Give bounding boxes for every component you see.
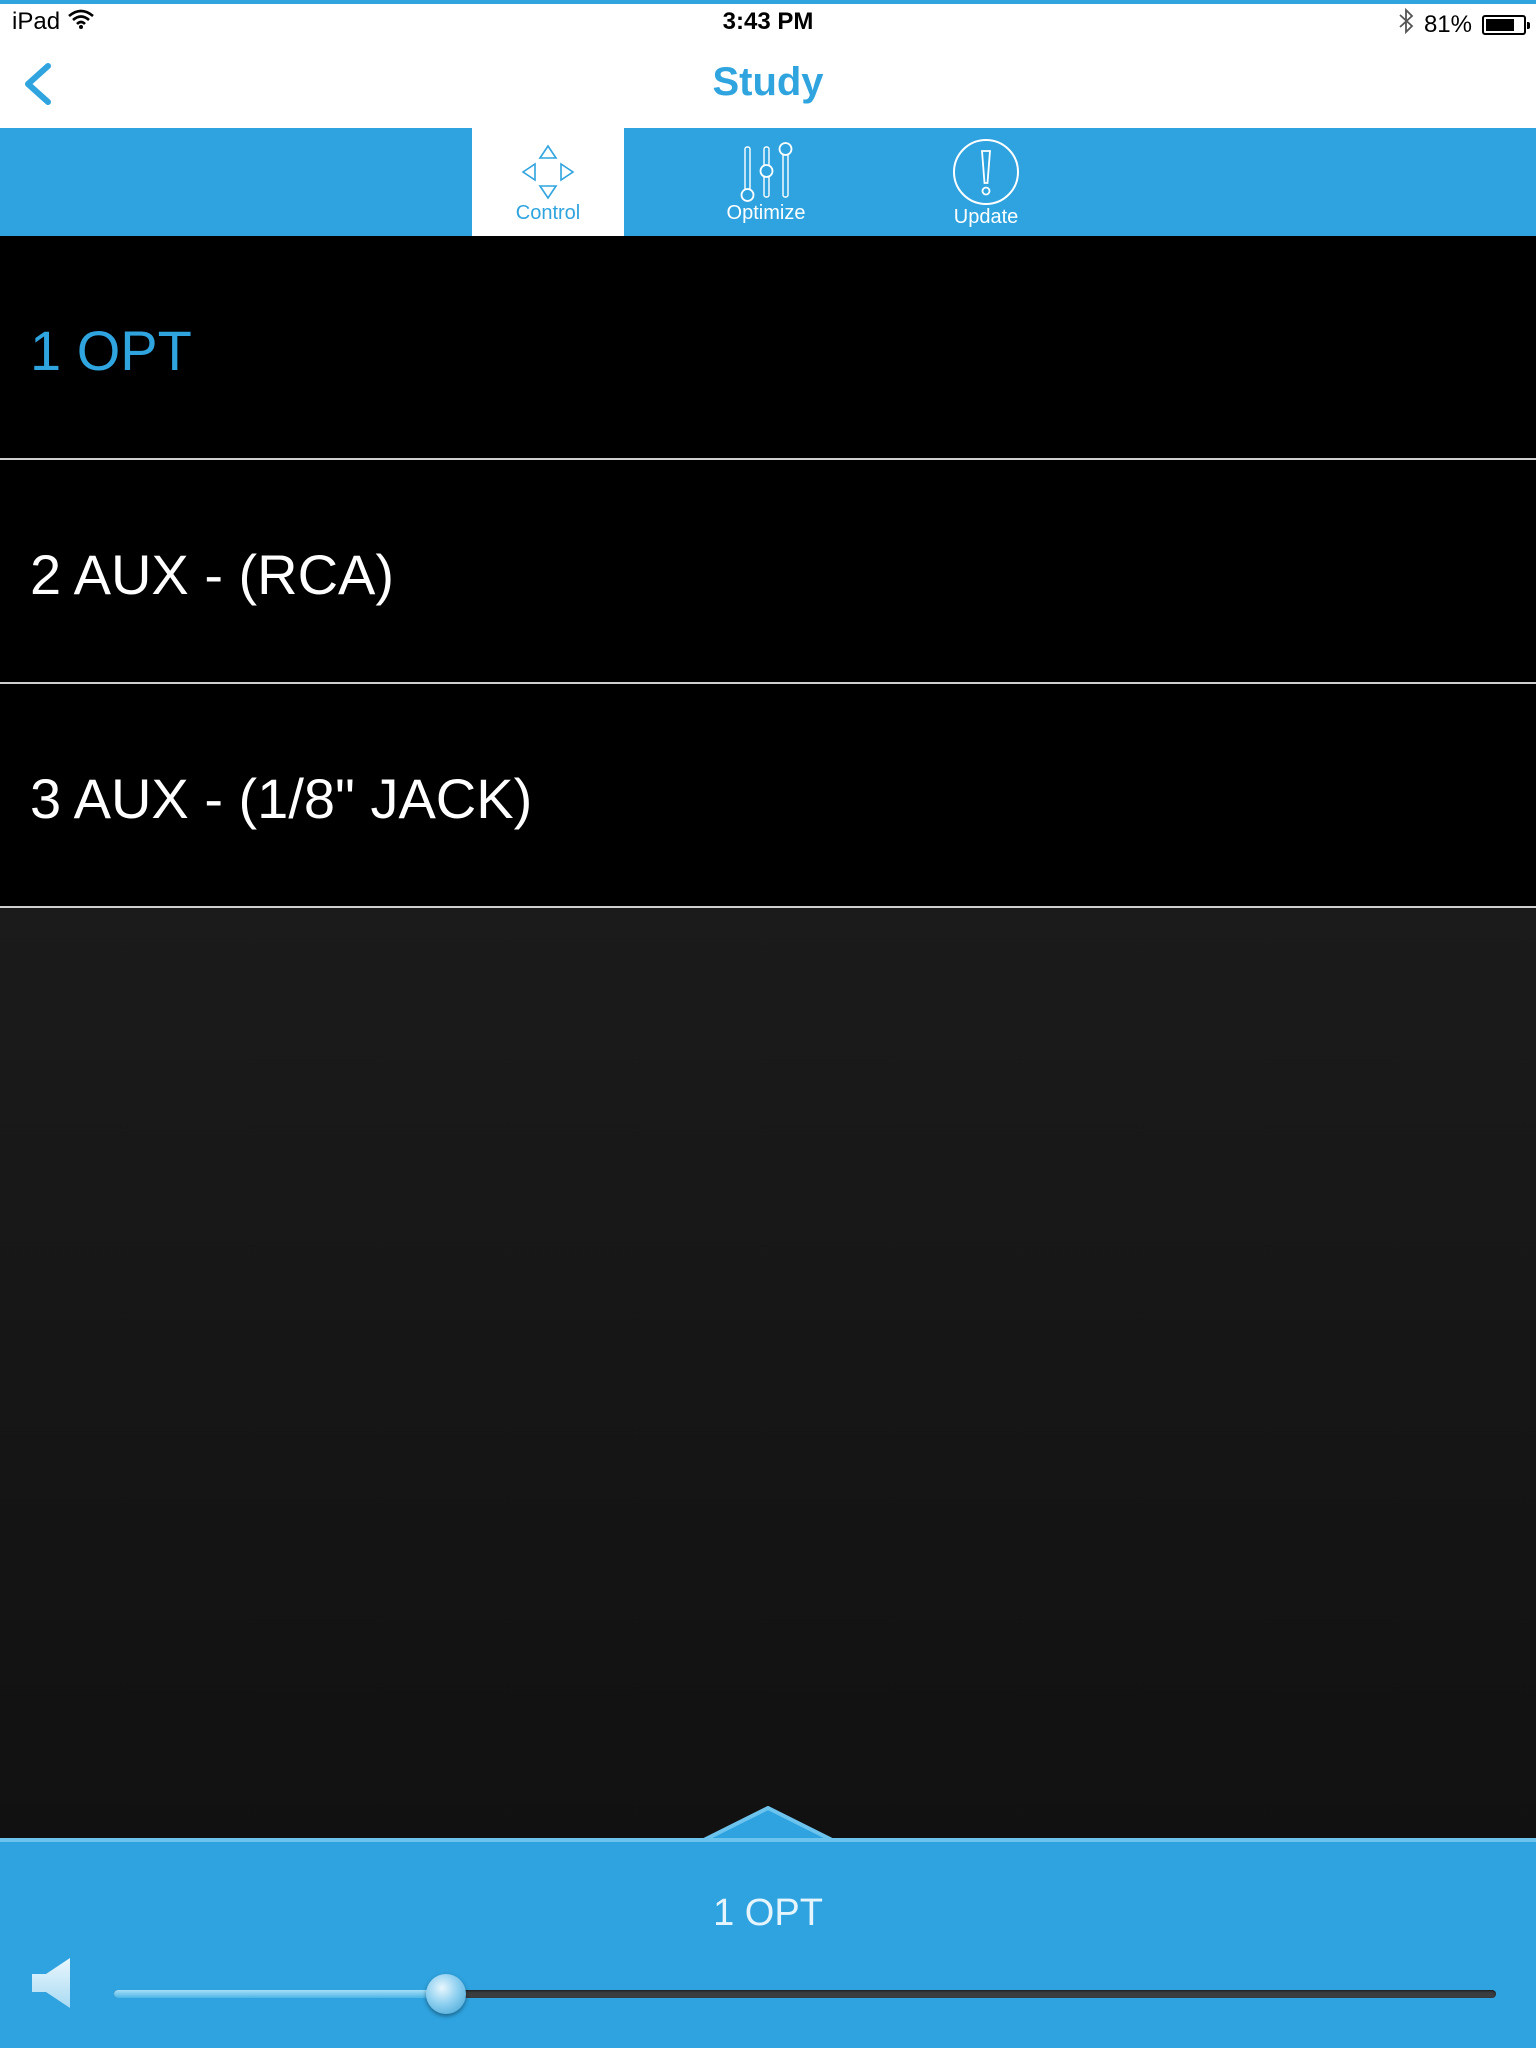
volume-slider[interactable] (114, 1974, 1496, 2018)
input-list: 1 OPT 2 AUX - (RCA) 3 AUX - (1/8" JACK) (0, 236, 1536, 908)
status-right: 81% (1398, 7, 1530, 41)
list-item-label: 2 AUX - (RCA) (30, 543, 395, 606)
nav-bar: Study (0, 40, 1536, 128)
now-playing-panel: 1 OPT (0, 1838, 1536, 2048)
tab-update-label: Update (953, 206, 1019, 228)
dpad-arrows-icon (472, 136, 624, 208)
status-bar: iPad 3:43 PM 81% (0, 4, 1536, 40)
battery-icon (1482, 14, 1530, 35)
volume-fill (114, 1990, 446, 1998)
page-title: Study (712, 60, 824, 104)
list-item-input-2[interactable]: 2 AUX - (RCA) (0, 460, 1536, 684)
tab-bar: Control Optimize Update (0, 128, 1536, 236)
exclamation-circle-icon (910, 136, 1062, 208)
battery-fill (1486, 18, 1515, 31)
list-item-input-3[interactable]: 3 AUX - (1/8" JACK) (0, 684, 1536, 908)
volume-thumb[interactable] (425, 1974, 466, 2014)
speaker-icon[interactable] (30, 1956, 78, 2010)
sliders-icon (690, 136, 842, 208)
tab-optimize[interactable]: Optimize (690, 128, 842, 236)
tab-control[interactable]: Control (472, 128, 624, 236)
tab-update[interactable]: Update (910, 128, 1062, 236)
battery-percent: 81% (1423, 10, 1472, 38)
status-time: 3:43 PM (722, 8, 814, 35)
empty-area (0, 908, 1536, 1840)
tab-control-label: Control (515, 202, 581, 224)
list-item-label: 1 OPT (30, 319, 192, 382)
tab-optimize-label: Optimize (726, 202, 806, 224)
now-playing-label: 1 OPT (713, 1892, 823, 1934)
bluetooth-icon (1398, 7, 1414, 41)
list-item-input-1[interactable]: 1 OPT (0, 236, 1536, 460)
list-item-label: 3 AUX - (1/8" JACK) (30, 767, 533, 830)
